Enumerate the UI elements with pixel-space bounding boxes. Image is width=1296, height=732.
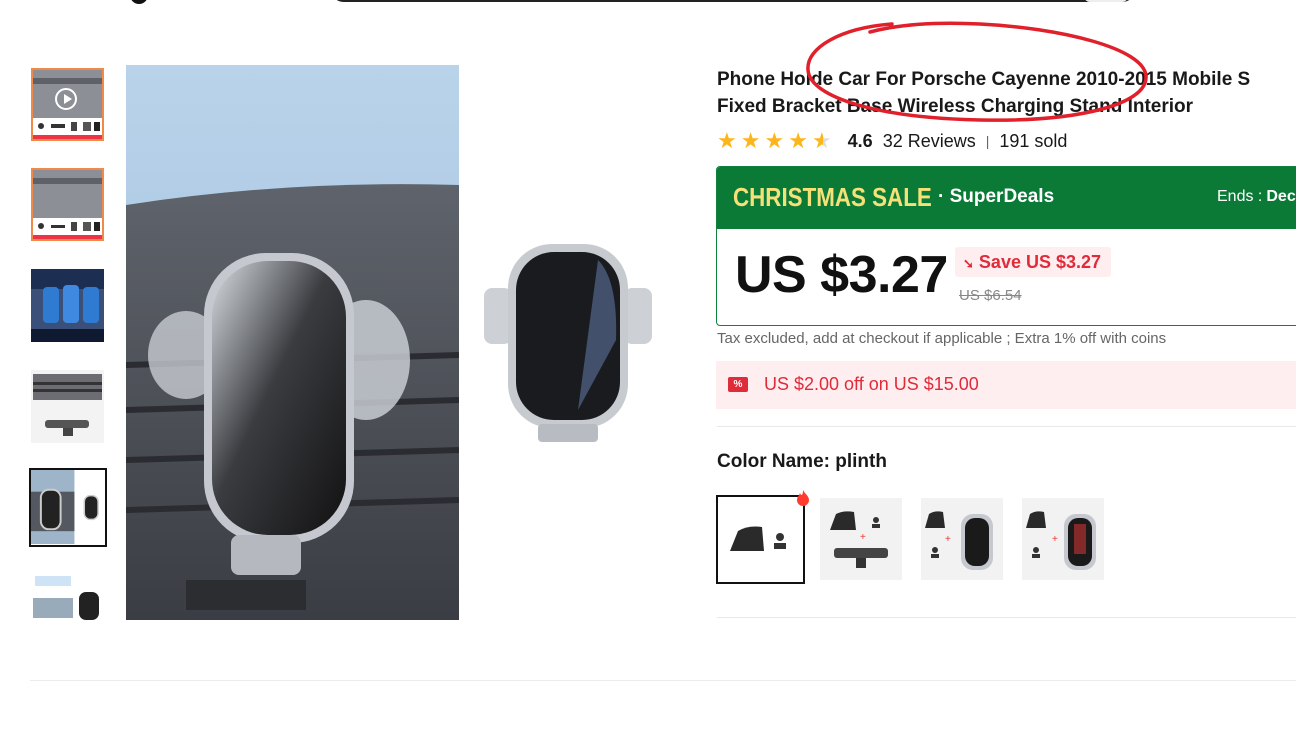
thumbnail-photo — [31, 470, 105, 544]
search-button[interactable] — [1084, 0, 1128, 2]
swatch-image: + — [925, 511, 993, 570]
rating-value: 4.6 — [847, 130, 873, 151]
color-option-2[interactable]: + — [820, 498, 902, 580]
thumbnail-2[interactable] — [31, 168, 104, 241]
svg-text:+: + — [1052, 534, 1058, 545]
swatch-image: + — [830, 511, 888, 568]
sale-banner: CHRISTMAS SALE · SuperDeals Ends : Dec — [717, 167, 1296, 229]
car-mount-photo — [126, 65, 459, 620]
color-option-3[interactable]: + — [921, 498, 1003, 580]
play-icon[interactable] — [55, 88, 77, 110]
sold-count: 191 sold — [999, 130, 1068, 151]
fire-icon — [797, 490, 809, 506]
star-icon: ★ — [717, 128, 737, 153]
tax-note: Tax excluded, add at checkout if applica… — [717, 330, 1167, 347]
coupon-banner[interactable]: % US $2.00 off on US $15.00 — [716, 361, 1296, 409]
star-icon: ★ — [788, 128, 808, 153]
christmas-sale-label: CHRISTMAS SALE — [733, 182, 932, 212]
rating-row: ★ ★ ★ ★ ★ 4.6 32 Reviews | 191 sold — [717, 128, 1067, 154]
original-price: US $6.54 — [959, 287, 1022, 304]
thumbnail-6[interactable] — [31, 572, 104, 620]
current-price: US $3.27 — [735, 246, 948, 304]
svg-text:+: + — [945, 534, 951, 545]
svg-text:+: + — [860, 532, 866, 543]
sale-price-box: CHRISTMAS SALE · SuperDeals Ends : Dec US… — [716, 166, 1296, 326]
half-star-icon: ★ — [811, 128, 832, 153]
thumbnail-1-video[interactable] — [31, 68, 104, 141]
star-icon: ★ — [764, 128, 785, 153]
thumbnail-photo — [31, 168, 104, 241]
save-arrow-icon: ➘ — [963, 256, 974, 271]
color-option-4[interactable]: + — [1022, 498, 1104, 580]
reviews-link[interactable]: 32 Reviews — [883, 131, 976, 152]
color-name-label: Color Name: plinth — [717, 451, 887, 472]
divider — [717, 617, 1296, 618]
ends-value: Dec — [1266, 188, 1296, 205]
thumbnail-5[interactable] — [29, 468, 107, 547]
main-product-image[interactable] — [126, 65, 459, 620]
star-icon: ★ — [740, 128, 761, 153]
holder-render — [484, 244, 652, 442]
separator: | — [985, 133, 990, 149]
logo-fragment[interactable] — [130, 0, 148, 4]
thumbnail-photo — [31, 370, 104, 443]
save-text: Save US $3.27 — [978, 252, 1102, 272]
secondary-product-image — [478, 240, 658, 450]
coupon-icon: % — [728, 377, 748, 392]
search-input[interactable] — [330, 0, 1136, 2]
superdeals-label: · SuperDeals — [938, 186, 1055, 207]
product-title: Phone Holde Car For Porsche Cayenne 2010… — [717, 66, 1296, 120]
product-title-line-2: Fixed Bracket Base Wireless Charging Sta… — [717, 96, 1194, 117]
thumbnail-4[interactable] — [31, 370, 104, 443]
thumbnail-photo — [31, 269, 104, 342]
ends-label: Ends : — [1217, 188, 1263, 205]
save-badge: ➘ Save US $3.27 — [955, 247, 1112, 277]
color-option-plinth[interactable] — [716, 495, 805, 584]
swatch-image: + — [1026, 511, 1096, 570]
divider — [717, 426, 1296, 427]
product-title-line-1: Phone Holde Car For Porsche Cayenne 2010… — [717, 69, 1251, 90]
sale-ends: Ends : Dec — [1217, 188, 1296, 206]
swatch-image — [730, 526, 786, 551]
thumbnail-3[interactable] — [31, 269, 104, 342]
coupon-text: US $2.00 off on US $15.00 — [764, 374, 979, 394]
thumbnail-photo — [31, 572, 104, 620]
section-divider — [30, 680, 1296, 681]
